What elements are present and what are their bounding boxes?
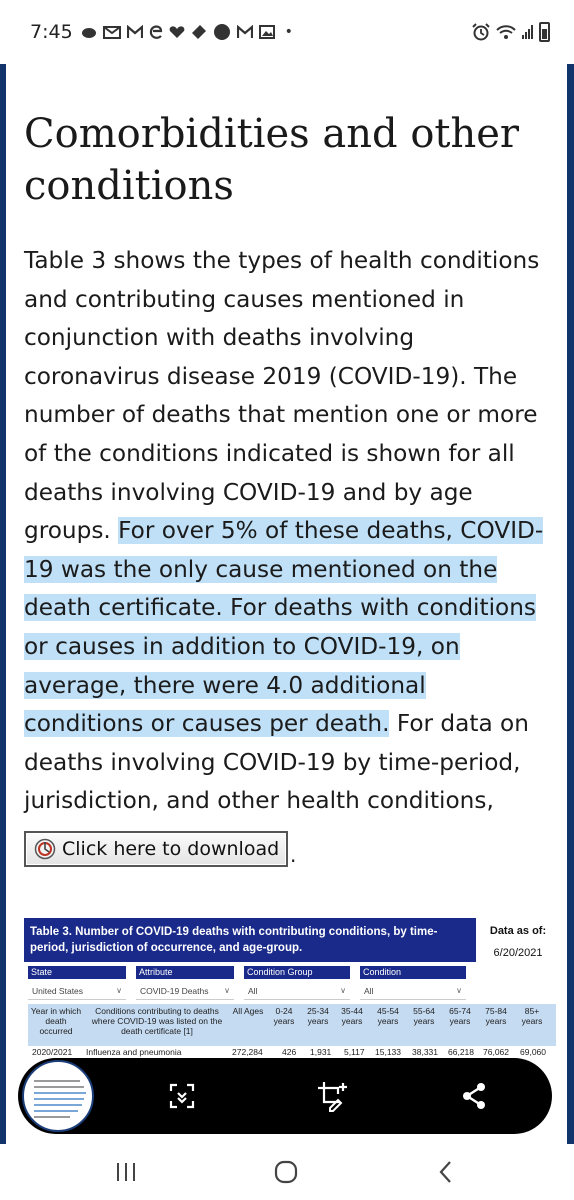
article-content: Comorbidities and other conditions Table… — [24, 64, 550, 867]
chevron-down-icon: ∨ — [116, 986, 122, 995]
filter-state-select[interactable]: United States ∨ — [28, 982, 126, 1000]
cell-45-54: 15,133 — [375, 1047, 401, 1057]
cell-85-plus: 69,060 — [520, 1047, 546, 1057]
section-heading: Comorbidities and other conditions — [24, 111, 520, 209]
filter-label-condition: Condition — [360, 966, 466, 979]
table-header-row: Year in which death occurred Conditions … — [28, 1004, 556, 1046]
scroll-capture-icon — [169, 1083, 195, 1109]
battery-icon — [539, 22, 550, 42]
signal-icon — [522, 25, 533, 39]
col-55-64: 55-64 years — [413, 1006, 435, 1026]
chevron-down-icon: ∨ — [224, 986, 230, 995]
recent-apps-icon — [117, 1163, 135, 1181]
crop-edit-icon — [318, 1082, 347, 1112]
as-of-label: Data as of: — [489, 925, 547, 937]
cell-25-34: 1,931 — [310, 1047, 332, 1057]
col-0-24: 0-24 years — [273, 1006, 295, 1026]
filter-condition-select[interactable]: All ∨ — [360, 982, 466, 1000]
notification-icons: • — [81, 23, 293, 41]
cell-condition: Influenza and pneumonia — [86, 1047, 182, 1057]
col-35-44: 35-44 years — [341, 1006, 363, 1026]
screenshot-toolbar — [18, 1058, 552, 1134]
cell-all-ages: 272,284 — [232, 1047, 263, 1057]
download-icon — [34, 838, 56, 860]
cell-75-84: 76,062 — [483, 1047, 509, 1057]
edge-icon — [149, 25, 162, 39]
system-icons — [472, 22, 550, 42]
col-year: Year in which death occurred — [30, 1006, 82, 1036]
screenshot-thumbnail[interactable] — [22, 1060, 94, 1132]
col-85-plus: 85+ years — [521, 1006, 543, 1026]
scroll-capture-button[interactable] — [160, 1074, 204, 1118]
table-title: Table 3. Number of COVID-19 deaths with … — [24, 918, 476, 962]
chevron-down-icon: ∨ — [340, 986, 346, 995]
circle-icon — [213, 24, 230, 40]
tea-icon — [81, 28, 96, 38]
heart-icon — [169, 26, 185, 38]
col-45-54: 45-54 years — [377, 1006, 399, 1026]
as-of-date: 6/20/2021 — [493, 947, 543, 959]
gmail-icon — [126, 25, 143, 38]
col-all-ages: All Ages — [232, 1006, 264, 1016]
cell-year: 2020/2021 — [32, 1047, 73, 1057]
data-as-of: Data as of: 6/20/2021 — [480, 920, 556, 964]
col-75-84: 75-84 years — [485, 1006, 507, 1026]
back-button[interactable] — [426, 1156, 466, 1188]
recent-apps-button[interactable] — [106, 1156, 146, 1188]
home-icon — [274, 1160, 298, 1184]
cell-35-44: 5,117 — [344, 1047, 365, 1057]
highlighted-selection[interactable]: For over 5% of these deaths, COVID-19 wa… — [24, 517, 544, 738]
download-period: . — [290, 842, 297, 867]
table-row: 2020/2021 Influenza and pneumonia 272,28… — [28, 1046, 556, 1058]
back-icon — [439, 1161, 451, 1183]
col-65-74: 65-74 years — [449, 1006, 471, 1026]
col-conditions: Conditions contributing to deaths where … — [91, 1006, 223, 1036]
mail-icon — [102, 26, 121, 39]
download-button[interactable]: Click here to download — [24, 830, 288, 867]
paragraph-text-1: Table 3 shows the types of health condit… — [24, 247, 540, 545]
page-edge-left — [0, 64, 6, 1144]
table-3-image: Table 3. Number of COVID-19 deaths with … — [24, 918, 558, 1060]
status-bar: 7:45 • — [0, 0, 574, 64]
cell-65-74: 66,218 — [448, 1047, 474, 1057]
gmail-icon-2 — [236, 25, 253, 38]
filter-label-state: State — [28, 966, 126, 979]
navigation-bar — [0, 1144, 574, 1200]
filter-condition-group-select[interactable]: All ∨ — [244, 982, 350, 1000]
download-row: Click here to download . — [24, 830, 550, 867]
article-paragraph: Table 3 shows the types of health condit… — [24, 242, 550, 821]
dot-icon: • — [284, 24, 293, 40]
wifi-icon — [496, 25, 516, 39]
crop-edit-button[interactable] — [310, 1074, 354, 1118]
chevron-down-icon: ∨ — [456, 986, 462, 995]
download-label: Click here to download — [62, 837, 280, 860]
tag-icon — [191, 25, 206, 39]
cell-0-24: 426 — [282, 1047, 297, 1057]
photo-icon — [258, 25, 275, 39]
filter-label-condition-group: Condition Group — [244, 966, 350, 979]
page-edge-right — [567, 64, 574, 1144]
filter-label-attribute: Attribute — [136, 966, 234, 979]
col-25-34: 25-34 years — [307, 1006, 329, 1026]
share-button[interactable] — [452, 1074, 496, 1118]
filter-attribute-select[interactable]: COVID-19 Deaths ∨ — [136, 982, 234, 1000]
home-button[interactable] — [266, 1156, 306, 1188]
alarm-icon — [472, 23, 490, 41]
status-time: 7:45 — [30, 21, 73, 43]
cell-55-64: 38,331 — [412, 1047, 438, 1057]
share-icon — [463, 1083, 485, 1109]
